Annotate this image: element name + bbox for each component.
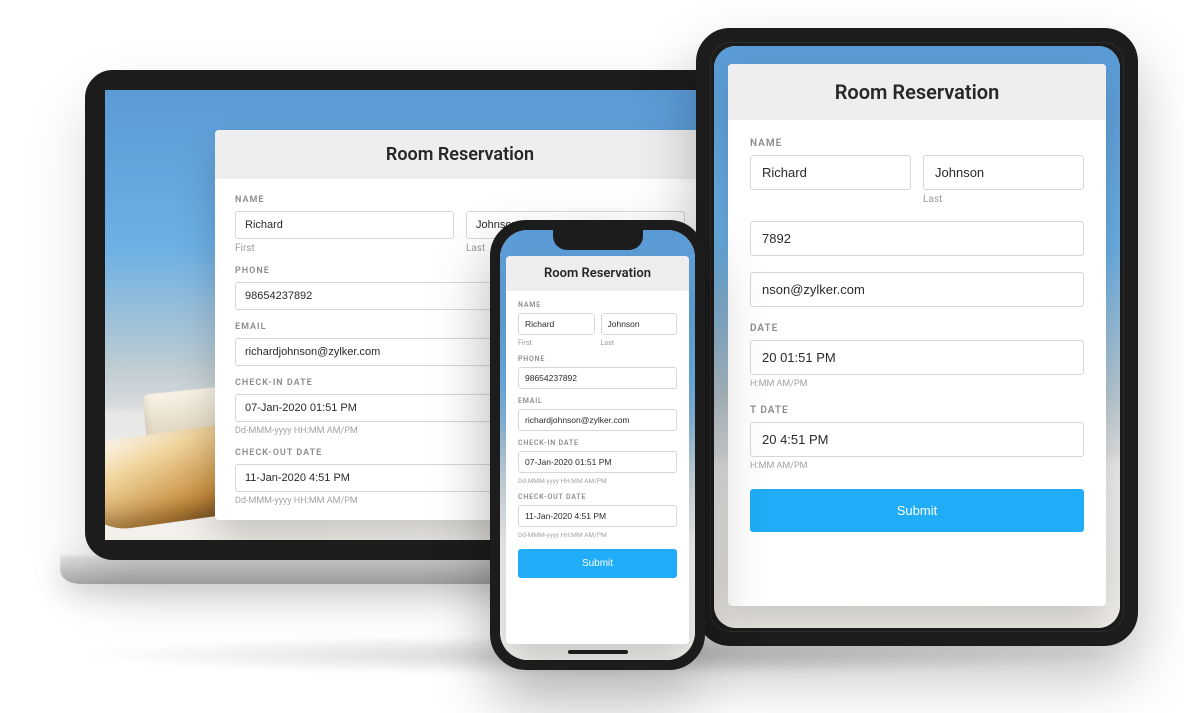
last-name-input[interactable] bbox=[601, 313, 678, 335]
hint-checkin: H:MM AM/PM bbox=[750, 379, 1084, 389]
hint-checkin: Dd-MMM-yyyy HH:MM AM/PM bbox=[518, 477, 677, 485]
form-title: Room Reservation bbox=[215, 130, 705, 179]
sublabel-last: Last bbox=[923, 194, 1084, 205]
label-name: NAME bbox=[235, 195, 685, 205]
first-name-input[interactable] bbox=[518, 313, 595, 335]
label-email: EMAIL bbox=[518, 397, 677, 405]
sublabel-first: First bbox=[235, 243, 454, 254]
tablet-screen: Room Reservation NAME Last bbox=[714, 46, 1120, 628]
hint-checkout: H:MM AM/PM bbox=[750, 461, 1084, 471]
sublabel-first: First bbox=[518, 339, 595, 347]
form-title: Room Reservation bbox=[728, 64, 1106, 120]
phone-notch bbox=[553, 230, 643, 250]
tablet-device: Room Reservation NAME Last bbox=[696, 28, 1138, 646]
checkout-input[interactable] bbox=[518, 505, 677, 527]
label-name: NAME bbox=[518, 301, 677, 309]
hint-checkout: Dd-MMM-yyyy HH:MM AM/PM bbox=[518, 531, 677, 539]
first-name-input[interactable] bbox=[750, 155, 911, 190]
submit-button[interactable]: Submit bbox=[750, 489, 1084, 532]
reservation-form-tablet: Room Reservation NAME Last bbox=[728, 64, 1106, 606]
email-input[interactable] bbox=[518, 409, 677, 431]
submit-button[interactable]: Submit bbox=[518, 549, 677, 578]
form-title: Room Reservation bbox=[506, 256, 689, 291]
checkin-input[interactable] bbox=[750, 340, 1084, 375]
checkin-input[interactable] bbox=[518, 451, 677, 473]
first-name-input[interactable] bbox=[235, 211, 454, 239]
label-checkin-partial: DATE bbox=[750, 323, 1084, 334]
checkout-input[interactable] bbox=[750, 422, 1084, 457]
last-name-input[interactable] bbox=[923, 155, 1084, 190]
email-input[interactable] bbox=[750, 272, 1084, 307]
label-name: NAME bbox=[750, 138, 1084, 149]
sublabel-last: Last bbox=[601, 339, 678, 347]
phone-input[interactable] bbox=[750, 221, 1084, 256]
label-checkin: CHECK-IN DATE bbox=[518, 439, 677, 447]
phone-screen: Room Reservation NAME First Last bbox=[500, 230, 695, 660]
reservation-form-phone: Room Reservation NAME First Last bbox=[506, 256, 689, 644]
label-checkout-partial: T DATE bbox=[750, 405, 1084, 416]
phone-input[interactable] bbox=[518, 367, 677, 389]
phone-device: Room Reservation NAME First Last bbox=[490, 220, 705, 670]
phone-home-indicator bbox=[568, 650, 628, 654]
label-checkout: CHECK-OUT DATE bbox=[518, 493, 677, 501]
label-phone: PHONE bbox=[518, 355, 677, 363]
